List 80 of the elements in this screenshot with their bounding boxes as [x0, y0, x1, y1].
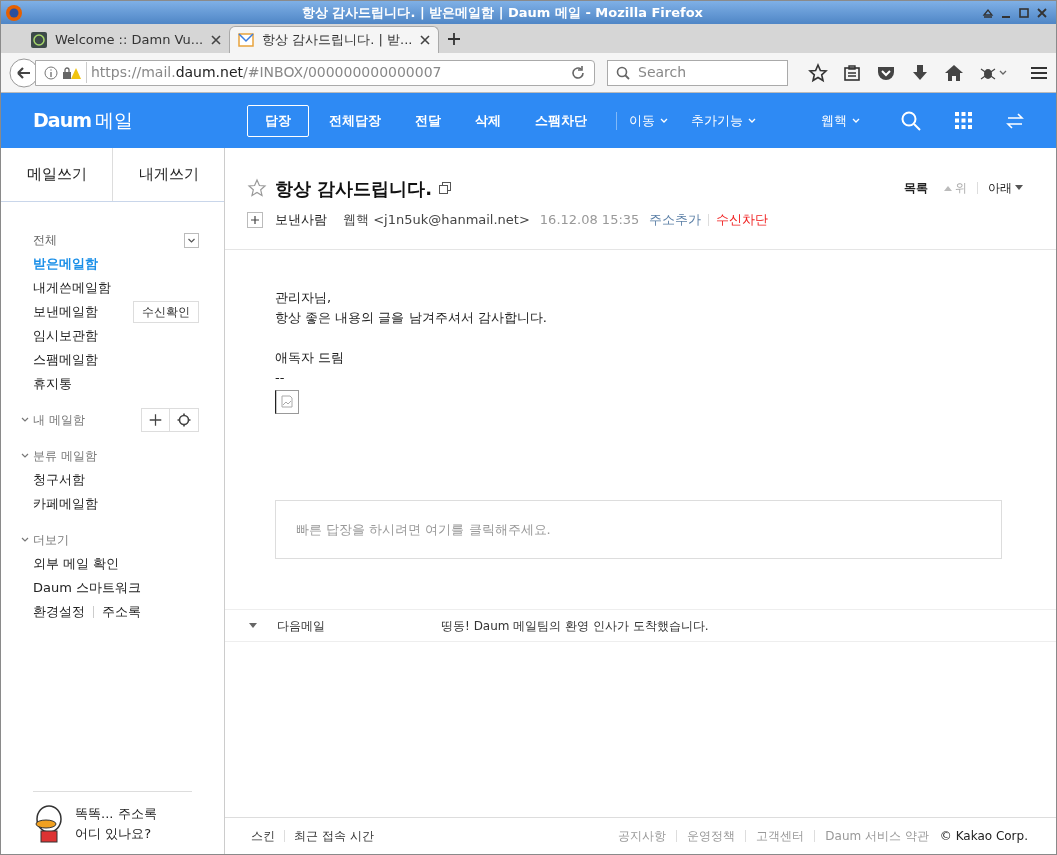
search-icon[interactable] — [901, 110, 921, 131]
footer-link[interactable]: 최근 접속 시간 — [294, 827, 374, 845]
settings-link[interactable]: 환경설정 — [33, 602, 85, 622]
add-contact-link[interactable]: 주소추가 — [649, 210, 702, 230]
body-text: 관리자님, — [275, 289, 333, 307]
chevron-down-icon — [659, 116, 669, 125]
copyright-text: © Kakao Corp. — [939, 828, 1028, 845]
url-text: https://mail.daum.net/#INBOX/000000000000007 — [86, 62, 562, 83]
tab-label: 항상 감사드립니다. | 받... — [262, 31, 413, 50]
folder-link[interactable]: 외부 메일 확인 — [33, 554, 120, 574]
chevron-down-icon — [21, 452, 29, 460]
logo: Daum — [33, 108, 92, 134]
envelope-icon — [238, 33, 255, 47]
sender-address: 웹핵 <j1n5uk@hanmail.net> — [343, 211, 530, 230]
close-icon[interactable] — [1036, 6, 1048, 19]
chevron-down-icon — [851, 116, 861, 125]
body-text: 항상 좋은 내용의 글을 남겨주셔서 감사합니다. — [275, 309, 548, 327]
reload-icon[interactable] — [570, 64, 586, 81]
nav-button[interactable]: 목록 — [904, 179, 928, 197]
window-title: 항상 감사드립니다. | 받은메일함 | Daum 메일 - Mozilla Firefox — [300, 3, 704, 22]
browser-tab[interactable]: 항상 감사드립니다. | 받... — [229, 26, 440, 53]
folder-link[interactable]: 임시보관함 — [33, 326, 98, 346]
chevron-down-icon — [747, 116, 757, 125]
mail-subject: 항상 감사드립니다. — [275, 176, 433, 201]
folder-link[interactable]: 청구서함 — [33, 470, 85, 490]
service-name: 메일 — [95, 108, 134, 134]
info-icon — [44, 65, 58, 80]
folder-link[interactable]: 보낸메일함 — [33, 302, 98, 322]
section-label: 전체 — [33, 232, 57, 249]
next-mail-label: 다음메일 — [277, 617, 326, 635]
star-icon[interactable] — [808, 62, 828, 83]
footer-link[interactable]: 스킨 — [251, 827, 275, 845]
nav-button[interactable]: 아래 — [988, 179, 1023, 197]
star-icon[interactable] — [247, 178, 267, 198]
maximize-icon[interactable] — [1018, 6, 1030, 19]
compose-button[interactable]: 내게쓰기 — [113, 148, 224, 201]
compose-button[interactable]: 메일쓰기 — [1, 148, 113, 201]
address-bar[interactable]: https://mail.daum.net/#INBOX/000000000000007 — [35, 59, 595, 86]
browser-tab[interactable]: Welcome :: Damn Vu... — [23, 26, 230, 53]
search-icon — [616, 65, 630, 80]
swap-arrows-icon[interactable] — [1006, 111, 1024, 130]
copy-icon[interactable] — [439, 182, 452, 194]
folder-link[interactable]: 스팸메일함 — [33, 350, 98, 370]
up-arrow-icon — [944, 185, 952, 191]
expand-icon[interactable] — [247, 212, 263, 228]
chevron-down-icon — [21, 416, 29, 424]
body-text: 애독자 드림 — [275, 349, 346, 367]
search-field[interactable]: Search — [607, 59, 788, 86]
section-toggle[interactable]: 더보기 — [21, 531, 69, 549]
broken-image-icon — [275, 390, 299, 414]
collapse-toggle-icon[interactable] — [184, 232, 199, 248]
chevron-down-icon — [21, 536, 29, 544]
folder-link[interactable]: 휴지통 — [33, 374, 72, 394]
close-icon[interactable] — [420, 35, 431, 45]
next-mail-subject[interactable]: 띵동! Daum 메일팀의 환영 인사가 도착했습니다. — [441, 616, 709, 635]
down-arrow-icon — [1015, 185, 1023, 191]
home-icon[interactable] — [944, 63, 964, 82]
section-toggle[interactable]: 내 메일함 — [21, 411, 85, 429]
promo-text: 똑똑... 주소록 — [75, 805, 157, 823]
new-tab-icon[interactable] — [447, 32, 462, 46]
settings-link[interactable]: 주소록 — [102, 602, 141, 622]
mail-date: 16.12.08 15:35 — [539, 211, 640, 230]
apps-grid-icon[interactable] — [955, 112, 972, 129]
clipboard-icon[interactable] — [843, 63, 861, 82]
dropdown-triangle-icon — [249, 623, 257, 628]
firefox-icon — [5, 3, 23, 22]
close-icon[interactable] — [211, 34, 222, 45]
promo-text: 어디 있나요? — [75, 825, 153, 843]
field-label: 보낸사람 — [275, 211, 327, 230]
folder-link[interactable]: 내게쓴메일함 — [33, 278, 111, 298]
section-toggle[interactable]: 분류 메일함 — [21, 447, 97, 465]
tab-label: Welcome :: Damn Vu... — [55, 30, 204, 49]
read-receipt-button[interactable]: 수신확인 — [133, 301, 199, 323]
body-text: -- — [275, 369, 286, 387]
folder-link[interactable]: 카페메일함 — [33, 494, 98, 514]
folder-link[interactable]: Daum 스마트워크 — [33, 578, 141, 598]
block-sender-link[interactable]: 수신차단 — [716, 210, 769, 230]
download-icon[interactable] — [911, 63, 929, 82]
warning-lock-icon — [62, 65, 82, 80]
menu-icon[interactable] — [1030, 64, 1048, 81]
